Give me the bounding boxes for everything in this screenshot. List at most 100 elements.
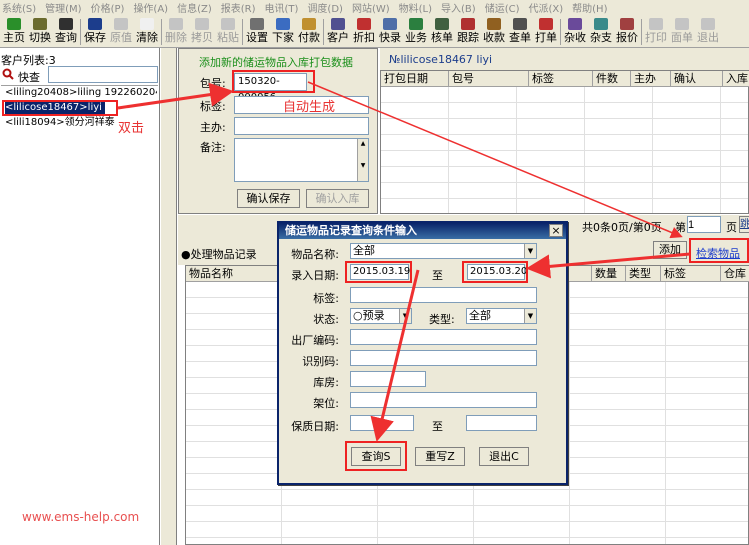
- toolbar-button[interactable]: 查询: [53, 16, 79, 47]
- column-header[interactable]: 标签: [529, 71, 593, 87]
- menu-item[interactable]: 导入(B): [439, 0, 476, 15]
- toolbar-button[interactable]: 清除: [134, 16, 160, 47]
- menu-item[interactable]: 储运(C): [483, 0, 520, 15]
- item-name-select[interactable]: 全部 ▼: [350, 243, 537, 259]
- menu-item[interactable]: 调度(D): [305, 0, 343, 15]
- toolbar-button[interactable]: 下家: [270, 16, 296, 47]
- shelf-life-from[interactable]: [350, 415, 414, 431]
- toolbar-separator: [323, 19, 324, 45]
- shelf-life-to[interactable]: [466, 415, 537, 431]
- toolbar-button-label: 拷贝: [191, 31, 213, 44]
- toolbar-separator: [560, 19, 561, 45]
- toolbar-button[interactable]: 查单: [507, 16, 533, 47]
- toolbar-button[interactable]: 收款: [481, 16, 507, 47]
- receive-icon: [487, 18, 501, 30]
- toolbar-button[interactable]: 付款: [296, 16, 322, 47]
- add-item-button[interactable]: 添加: [653, 241, 687, 259]
- column-header[interactable]: 标签: [661, 266, 721, 282]
- column-header[interactable]: 确认: [671, 71, 723, 87]
- toolbar-button[interactable]: 快录: [377, 16, 403, 47]
- toolbar-button[interactable]: 业务: [403, 16, 429, 47]
- toolbar-button[interactable]: 原值: [108, 16, 134, 47]
- toolbar-button[interactable]: 切换: [27, 16, 53, 47]
- quick-search-icon: [2, 68, 14, 80]
- id-code-input[interactable]: [350, 350, 537, 366]
- column-header[interactable]: 入库: [723, 71, 749, 87]
- menu-item[interactable]: 操作(A): [131, 0, 168, 15]
- remark-label: 备注:: [200, 141, 226, 154]
- remark-textarea[interactable]: ▲ ▼: [234, 138, 369, 182]
- client-item[interactable]: <liling20408>liling 192260204: [5, 86, 157, 100]
- splitter[interactable]: [161, 48, 177, 545]
- status-select[interactable]: ○预录 ▼: [350, 308, 412, 324]
- exit-button[interactable]: 退出C: [479, 447, 529, 466]
- remark-scrollbar[interactable]: ▲ ▼: [357, 139, 368, 181]
- shelf-input[interactable]: [350, 392, 537, 408]
- tag-input[interactable]: [350, 287, 537, 303]
- date-to-label: 至: [432, 269, 443, 282]
- toolbar-button[interactable]: 打印: [643, 16, 669, 47]
- confirm-save-button[interactable]: 确认保存: [237, 189, 300, 208]
- toolbar-button[interactable]: 删除: [163, 16, 189, 47]
- toolbar-button-label: 原值: [110, 31, 132, 44]
- client-item[interactable]: <lili18094>领分河祥泰: [5, 116, 115, 130]
- watermark: www.ems-help.com: [22, 510, 140, 524]
- menu-item[interactable]: 报表(R): [219, 0, 256, 15]
- toolbar-button[interactable]: 客户: [325, 16, 351, 47]
- reset-button[interactable]: 重写Z: [415, 447, 465, 466]
- toolbar-button[interactable]: 折扣: [351, 16, 377, 47]
- toolbar-button[interactable]: 跟踪: [455, 16, 481, 47]
- type-select[interactable]: 全部 ▼: [466, 308, 537, 324]
- column-header[interactable]: 件数: [593, 71, 631, 87]
- toolbar-button[interactable]: 保存: [82, 16, 108, 47]
- close-icon[interactable]: ×: [549, 224, 563, 237]
- column-header[interactable]: 仓库: [721, 266, 749, 282]
- paste-icon: [221, 18, 235, 30]
- menu-item[interactable]: 系统(S): [0, 0, 36, 15]
- toolbar-button[interactable]: 面单: [669, 16, 695, 47]
- page-number-input[interactable]: [687, 216, 721, 233]
- organizer-field[interactable]: [234, 117, 369, 135]
- toolbar-button[interactable]: 粘贴: [215, 16, 241, 47]
- toolbar-button-label: 杂收: [564, 31, 586, 44]
- toolbar-button[interactable]: 拷贝: [189, 16, 215, 47]
- menu-item[interactable]: 帮助(H): [570, 0, 607, 15]
- confirm-store-button[interactable]: 确认入库: [306, 189, 369, 208]
- undo-icon: [114, 18, 128, 30]
- column-header[interactable]: 类型: [626, 266, 661, 282]
- menu-item[interactable]: 信息(Z): [175, 0, 212, 15]
- jump-button[interactable]: 跳: [739, 216, 749, 233]
- highlight-box-query: [345, 441, 407, 471]
- item-name-value: 全部: [353, 244, 375, 257]
- column-header[interactable]: 打包日期: [381, 71, 449, 87]
- status-value: ○预录: [353, 309, 385, 322]
- menu-item[interactable]: 电讯(T): [263, 0, 299, 15]
- menu-item[interactable]: 物料(L): [397, 0, 432, 15]
- toolbar-button[interactable]: 核单: [429, 16, 455, 47]
- toolbar-button[interactable]: 退出: [695, 16, 721, 47]
- toolbar-button[interactable]: 报价: [614, 16, 640, 47]
- column-header[interactable]: 物品名称: [186, 266, 282, 282]
- toolbar-button[interactable]: 打单: [533, 16, 559, 47]
- toolbar-button[interactable]: 杂收: [562, 16, 588, 47]
- toolbar-button-label: 客户: [327, 31, 349, 44]
- toolbar-button[interactable]: 设置: [244, 16, 270, 47]
- process-items-label: ●处理物品记录: [181, 248, 257, 261]
- column-header[interactable]: 主办: [631, 71, 671, 87]
- toolbar-button[interactable]: 杂支: [588, 16, 614, 47]
- menu-bar: 系统(S) 管理(M) 价格(P) 操作(A) 信息(Z) 报表(R) 电讯(T) 调度(D)…: [0, 0, 749, 16]
- menu-item[interactable]: 代派(X): [527, 0, 564, 15]
- menu-item[interactable]: 价格(P): [89, 0, 125, 15]
- column-header[interactable]: 数量: [592, 266, 626, 282]
- quick-search-input[interactable]: [48, 66, 158, 83]
- toolbar-button-label: 打单: [535, 31, 557, 44]
- column-header[interactable]: 包号: [449, 71, 529, 87]
- toolbar-button-label: 保存: [84, 31, 106, 44]
- warehouse-label: 库房:: [313, 376, 339, 389]
- menu-item[interactable]: 管理(M): [43, 0, 81, 15]
- toolbar-button-label: 清除: [136, 31, 158, 44]
- menu-item[interactable]: 网站(W): [350, 0, 390, 15]
- warehouse-input[interactable]: [350, 371, 426, 387]
- factory-code-input[interactable]: [350, 329, 537, 345]
- toolbar-button[interactable]: 主页: [1, 16, 27, 47]
